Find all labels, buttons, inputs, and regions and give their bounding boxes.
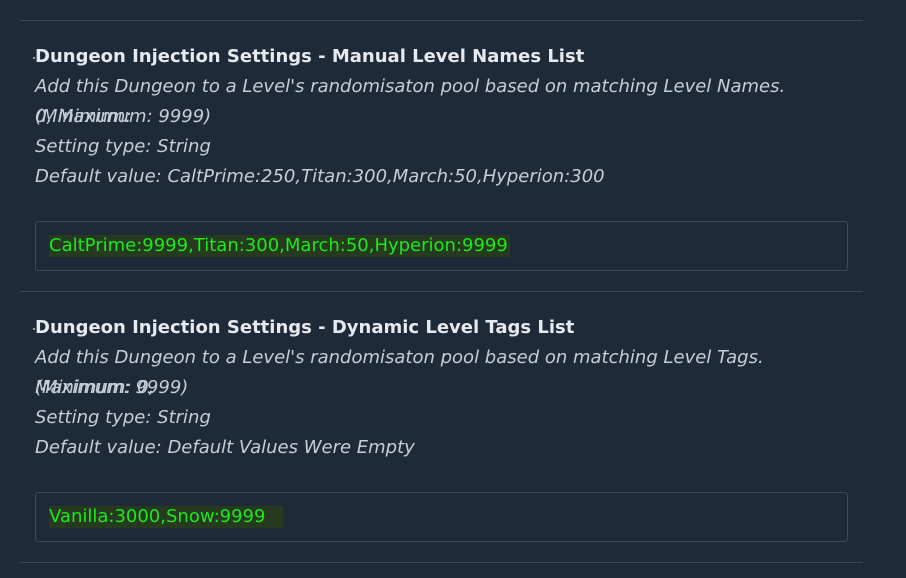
input-value[interactable]: CaltPrime:9999,Titan:300,March:50,Hyperi… <box>49 235 510 257</box>
setting-title: Dungeon Injection Settings - Dynamic Lev… <box>32 317 575 338</box>
setting-default-value: Default value: Default Values Were Empty <box>35 437 415 458</box>
dynamic-level-tags-input[interactable]: Vanilla:3000,Snow:9999 <box>35 492 848 542</box>
input-value[interactable]: Vanilla:3000,Snow:9999 <box>49 506 284 528</box>
manual-level-names-input[interactable]: CaltPrime:9999,Titan:300,March:50,Hyperi… <box>35 221 848 271</box>
setting-default-value: Default value: CaltPrime:250,Titan:300,M… <box>35 166 605 187</box>
settings-page: Dungeon Injection Settings - Manual Leve… <box>0 0 906 578</box>
setting-description-cont: 0, Maximum: 9999) <box>35 106 212 127</box>
setting-description-cont: Maximum: 9999) <box>35 377 189 398</box>
setting-type: Setting type: String <box>35 407 211 428</box>
section-divider <box>20 562 863 563</box>
section-divider <box>20 20 863 21</box>
setting-dynamic-level-tags: Dungeon Injection Settings - Dynamic Lev… <box>20 316 863 546</box>
setting-manual-level-names: Dungeon Injection Settings - Manual Leve… <box>20 45 863 275</box>
setting-title: Dungeon Injection Settings - Manual Leve… <box>32 46 585 67</box>
setting-type: Setting type: String <box>35 136 211 157</box>
section-divider <box>20 291 863 292</box>
